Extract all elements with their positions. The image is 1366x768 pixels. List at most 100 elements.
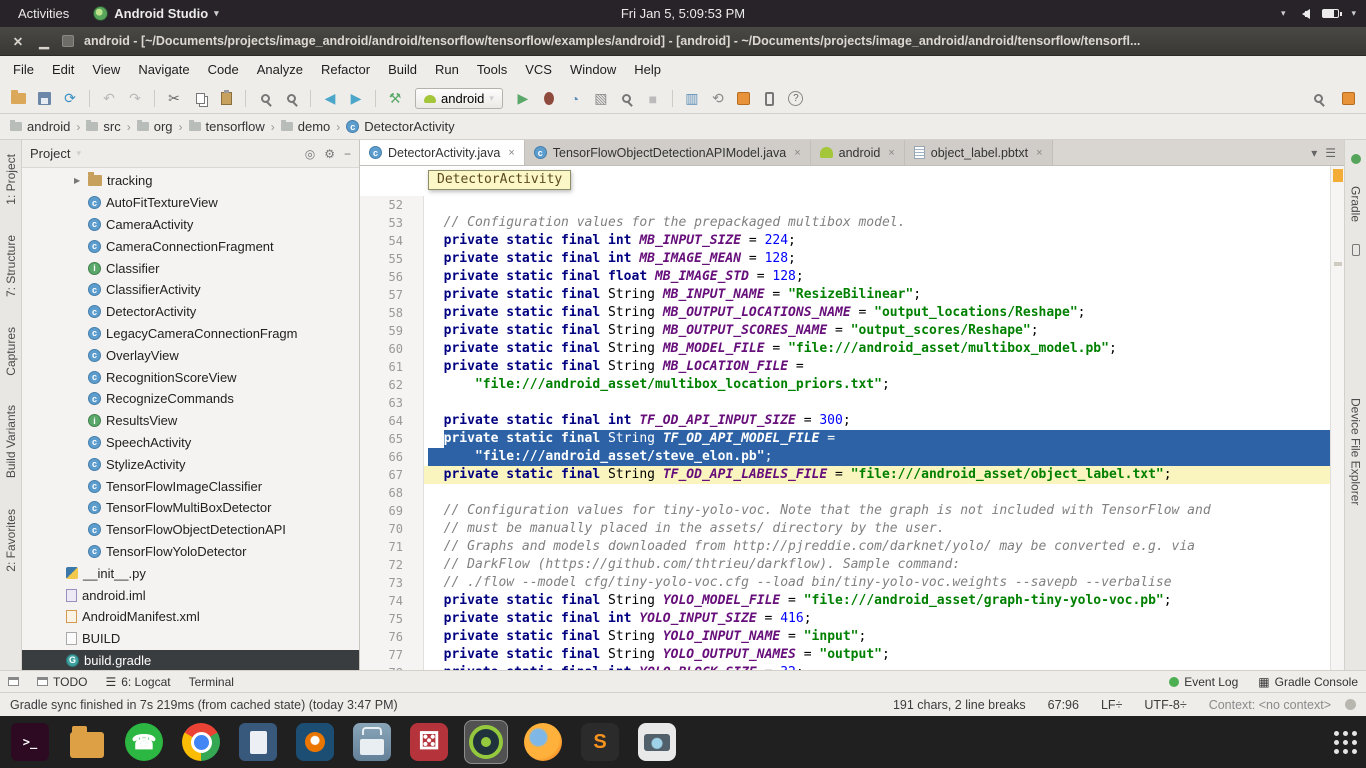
hide-panel-icon[interactable]: − xyxy=(344,147,351,161)
battery-icon[interactable] xyxy=(1322,9,1339,18)
forward-icon[interactable]: ▶ xyxy=(344,87,368,111)
tool-button-terminal[interactable]: Terminal xyxy=(189,675,234,689)
dock-sublime-icon[interactable]: S xyxy=(578,720,622,764)
menu-file[interactable]: File xyxy=(4,56,43,84)
code-line-67[interactable]: 67 private static final String TF_OD_API… xyxy=(360,466,1344,484)
code-line-71[interactable]: 71 // Graphs and models downloaded from … xyxy=(360,538,1344,556)
breadcrumb-item-tensorflow[interactable]: tensorflow xyxy=(189,119,265,134)
back-icon[interactable]: ◀ xyxy=(318,87,342,111)
stop-icon[interactable]: ■ xyxy=(641,87,665,111)
tool-strip-gradle[interactable]: Gradle xyxy=(1349,186,1363,222)
dock-terminal-icon[interactable]: >_ xyxy=(8,720,52,764)
code-line-57[interactable]: 57 private static final String MB_INPUT_… xyxy=(360,286,1344,304)
code-line-56[interactable]: 56 private static final float MB_IMAGE_S… xyxy=(360,268,1344,286)
replace-icon[interactable] xyxy=(279,87,303,111)
project-panel-header[interactable]: Project ▾ ◎ ⚙ − xyxy=(22,140,359,168)
tool-button-todo[interactable]: TODO xyxy=(37,675,87,689)
locate-icon[interactable]: ◎ xyxy=(305,147,315,161)
show-applications-icon[interactable] xyxy=(1332,729,1358,755)
tree-item-ResultsView[interactable]: iResultsView xyxy=(22,410,359,432)
code-line-52[interactable]: 52 xyxy=(360,196,1344,214)
code-line-73[interactable]: 73 // ./flow --model cfg/tiny-yolo-voc.c… xyxy=(360,574,1344,592)
code-line-59[interactable]: 59 private static final String MB_OUTPUT… xyxy=(360,322,1344,340)
activities-button[interactable]: Activities xyxy=(10,6,77,21)
code-line-70[interactable]: 70 // must be manually placed in the ass… xyxy=(360,520,1344,538)
coverage-icon[interactable]: ▧ xyxy=(589,87,613,111)
code-line-63[interactable]: 63 xyxy=(360,394,1344,412)
open-folder-icon[interactable] xyxy=(6,87,30,111)
dock-dice-icon[interactable]: ⚄ xyxy=(407,720,451,764)
breadcrumb-item-org[interactable]: org xyxy=(137,119,173,134)
menu-tools[interactable]: Tools xyxy=(468,56,516,84)
code-line-61[interactable]: 61 private static final String MB_LOCATI… xyxy=(360,358,1344,376)
chevron-down-icon[interactable]: ▾ xyxy=(76,148,81,159)
volume-icon[interactable] xyxy=(1297,9,1310,19)
close-tab-icon[interactable]: × xyxy=(508,147,514,159)
tree-item-ClassifierActivity[interactable]: cClassifierActivity xyxy=(22,279,359,301)
close-window-button[interactable]: ✕ xyxy=(10,34,26,49)
tool-button-event-log[interactable]: Event Log xyxy=(1169,675,1238,689)
highlighting-level-icon[interactable] xyxy=(1345,699,1356,710)
tool-strip----project[interactable]: 1: Project xyxy=(4,154,18,205)
dock-image-icon[interactable] xyxy=(635,720,679,764)
tab-TensorFlowObjectDetectionAPIModel.java[interactable]: cTensorFlowObjectDetectionAPIModel.java× xyxy=(525,140,811,165)
tree-item-android.iml[interactable]: android.iml xyxy=(22,584,359,606)
tree-item-AutoFitTextureView[interactable]: cAutoFitTextureView xyxy=(22,192,359,214)
dock-files-icon[interactable] xyxy=(65,720,109,764)
sync-project-icon[interactable]: ⟲ xyxy=(706,87,730,111)
search-everywhere-icon[interactable] xyxy=(1306,87,1330,111)
tree-item-CameraConnectionFragment[interactable]: cCameraConnectionFragment xyxy=(22,235,359,257)
sdk-manager-icon[interactable] xyxy=(732,87,756,111)
dock-whatsapp-icon[interactable]: ☎ xyxy=(122,720,166,764)
code-line-65[interactable]: 65 private static final String TF_OD_API… xyxy=(360,430,1344,448)
code-line-72[interactable]: 72 // DarkFlow (https://github.com/thtri… xyxy=(360,556,1344,574)
menu-run[interactable]: Run xyxy=(426,56,468,84)
dock-store-icon[interactable] xyxy=(350,720,394,764)
undo-icon[interactable]: ↶ xyxy=(97,87,121,111)
dock-astudio-icon[interactable] xyxy=(464,720,508,764)
code-line-74[interactable]: 74 private static final String YOLO_MODE… xyxy=(360,592,1344,610)
tool-strip-device-file-explorer[interactable]: Device File Explorer xyxy=(1349,398,1363,505)
caret-position[interactable]: 67:96 xyxy=(1048,698,1079,712)
menu-refactor[interactable]: Refactor xyxy=(312,56,379,84)
tree-item-AndroidManifest.xml[interactable]: AndroidManifest.xml xyxy=(22,606,359,628)
menu-help[interactable]: Help xyxy=(625,56,670,84)
code-line-78[interactable]: 78 private static final int YOLO_BLOCK_S… xyxy=(360,664,1344,670)
redo-icon[interactable]: ↷ xyxy=(123,87,147,111)
tool-button-6--logcat[interactable]: ☰6: Logcat xyxy=(105,675,170,689)
menu-analyze[interactable]: Analyze xyxy=(248,56,312,84)
find-icon[interactable] xyxy=(253,87,277,111)
run-configuration-select[interactable]: android▾ xyxy=(415,88,503,109)
editor-scrollbar[interactable] xyxy=(1330,166,1344,670)
app-menu[interactable]: Android Studio ▾ xyxy=(93,6,218,21)
save-all-icon[interactable] xyxy=(32,87,56,111)
expand-arrow-icon[interactable]: ▶ xyxy=(74,176,83,185)
tree-item-BUILD[interactable]: BUILD xyxy=(22,628,359,650)
copy-icon[interactable] xyxy=(188,87,212,111)
encoding-selector[interactable]: UTF-8÷ xyxy=(1144,698,1186,712)
menu-window[interactable]: Window xyxy=(561,56,625,84)
breadcrumb-item-DetectorActivity[interactable]: cDetectorActivity xyxy=(346,119,454,134)
tree-item-LegacyCameraConnectionFragm[interactable]: cLegacyCameraConnectionFragm xyxy=(22,323,359,345)
close-tab-icon[interactable]: × xyxy=(794,147,800,159)
code-line-75[interactable]: 75 private static final int YOLO_INPUT_S… xyxy=(360,610,1344,628)
tree-item-RecognitionScoreView[interactable]: cRecognitionScoreView xyxy=(22,366,359,388)
menu-code[interactable]: Code xyxy=(199,56,248,84)
paste-icon[interactable] xyxy=(214,87,238,111)
tree-item-TensorFlowYoloDetector[interactable]: cTensorFlowYoloDetector xyxy=(22,541,359,563)
breadcrumb-item-android[interactable]: android xyxy=(10,119,70,134)
tree-item-TensorFlowMultiBoxDetector[interactable]: cTensorFlowMultiBoxDetector xyxy=(22,497,359,519)
editor-body[interactable]: DetectorActivity 5253 // Configuration v… xyxy=(360,166,1344,670)
code-line-76[interactable]: 76 private static final String YOLO_INPU… xyxy=(360,628,1344,646)
menu-view[interactable]: View xyxy=(83,56,129,84)
breadcrumb-item-src[interactable]: src xyxy=(86,119,120,134)
code-line-77[interactable]: 77 private static final String YOLO_OUTP… xyxy=(360,646,1344,664)
tree-item-Classifier[interactable]: iClassifier xyxy=(22,257,359,279)
code-line-58[interactable]: 58 private static final String MB_OUTPUT… xyxy=(360,304,1344,322)
breadcrumb-item-demo[interactable]: demo xyxy=(281,119,331,134)
menu-build[interactable]: Build xyxy=(379,56,426,84)
tool-strip----structure[interactable]: 7: Structure xyxy=(4,235,18,297)
tab-android[interactable]: android× xyxy=(811,140,905,165)
tool-strip-captures[interactable]: Captures xyxy=(4,327,18,376)
code-line-66[interactable]: 66 "file:///android_asset/steve_elon.pb"… xyxy=(360,448,1344,466)
